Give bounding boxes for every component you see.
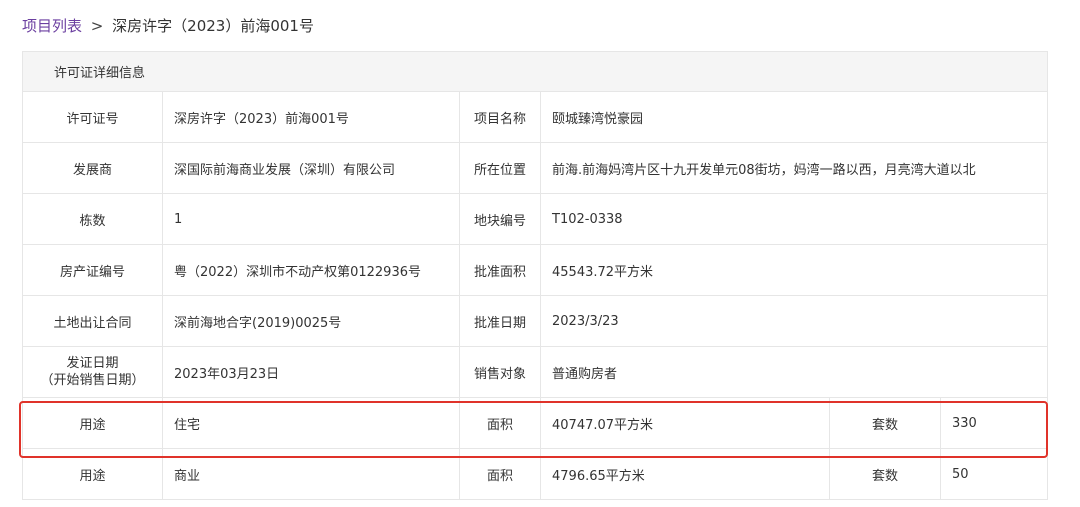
table-row-residential: 用途 住宅 面积 40747.07平方米 套数 330: [22, 397, 1049, 449]
label-usage: 用途: [22, 397, 163, 449]
table-row: 发展商 深国际前海商业发展（深圳）有限公司 所在位置 前海.前海妈湾片区十九开发…: [22, 142, 1049, 194]
label-approved-area: 批准面积: [459, 244, 541, 296]
value-project-name: 颐城臻湾悦豪园: [539, 91, 1049, 143]
table-row: 房产证编号 粤（2022）深圳市不动产权第0122936号 批准面积 45543…: [22, 244, 1049, 296]
label-plot-no: 地块编号: [459, 193, 541, 245]
value-area: 4796.65平方米: [540, 448, 830, 500]
value-developer: 深国际前海商业发展（深圳）有限公司: [162, 142, 460, 194]
table-header-row: 许可证详细信息: [21, 51, 1049, 92]
breadcrumb-link-project-list[interactable]: 项目列表: [22, 17, 82, 35]
value-license-no: 深房许字（2023）前海001号: [162, 91, 460, 143]
breadcrumb-separator: >: [90, 17, 104, 35]
label-developer: 发展商: [22, 142, 163, 194]
label-property-cert: 房产证编号: [22, 244, 163, 296]
value-usage: 住宅: [162, 397, 460, 449]
value-usage: 商业: [162, 448, 460, 500]
label-approval-date: 批准日期: [459, 295, 541, 347]
value-approval-date: 2023/3/23: [539, 295, 1049, 347]
table-row: 土地出让合同 深前海地合字(2019)0025号 批准日期 2023/3/23: [22, 295, 1049, 347]
value-unit-count: 330: [939, 397, 1049, 449]
label-license-no: 许可证号: [22, 91, 163, 143]
breadcrumb: 项目列表 > 深房许字（2023）前海001号: [22, 14, 314, 38]
value-property-cert: 粤（2022）深圳市不动产权第0122936号: [162, 244, 460, 296]
value-plot-no: T102-0338: [539, 193, 1049, 245]
value-unit-count: 50: [939, 448, 1049, 500]
label-unit-count: 套数: [829, 448, 941, 500]
label-location: 所在位置: [459, 142, 541, 194]
value-sales-target: 普通购房者: [539, 346, 1049, 398]
table-header: 许可证详细信息: [21, 51, 1049, 92]
value-issue-date: 2023年03月23日: [162, 346, 460, 398]
table-row: 栋数 1 地块编号 T102-0338: [22, 193, 1049, 245]
label-issue-date-line1: 发证日期: [66, 356, 119, 371]
label-unit-count: 套数: [829, 397, 941, 449]
label-issue-date: 发证日期 （开始销售日期）: [22, 346, 163, 398]
value-building-count: 1: [162, 193, 460, 245]
value-location: 前海.前海妈湾片区十九开发单元08街坊，妈湾一路以西，月亮湾大道以北: [539, 142, 1049, 194]
value-approved-area: 45543.72平方米: [539, 244, 1049, 296]
label-area: 面积: [459, 448, 541, 500]
label-land-contract: 土地出让合同: [22, 295, 163, 347]
value-land-contract: 深前海地合字(2019)0025号: [162, 295, 460, 347]
label-project-name: 项目名称: [459, 91, 541, 143]
label-usage: 用途: [22, 448, 163, 500]
label-issue-date-line2: （开始销售日期）: [40, 373, 145, 388]
table-row: 发证日期 （开始销售日期） 2023年03月23日 销售对象 普通购房者: [22, 346, 1049, 398]
table-row-commercial: 用途 商业 面积 4796.65平方米 套数 50: [22, 448, 1049, 500]
label-sales-target: 销售对象: [459, 346, 541, 398]
breadcrumb-current: 深房许字（2023）前海001号: [112, 17, 314, 35]
value-area: 40747.07平方米: [540, 397, 830, 449]
label-building-count: 栋数: [22, 193, 163, 245]
label-area: 面积: [459, 397, 541, 449]
license-detail-table: 许可证详细信息 许可证号 深房许字（2023）前海001号 项目名称 颐城臻湾悦…: [21, 51, 1049, 500]
table-row: 许可证号 深房许字（2023）前海001号 项目名称 颐城臻湾悦豪园: [22, 91, 1049, 143]
